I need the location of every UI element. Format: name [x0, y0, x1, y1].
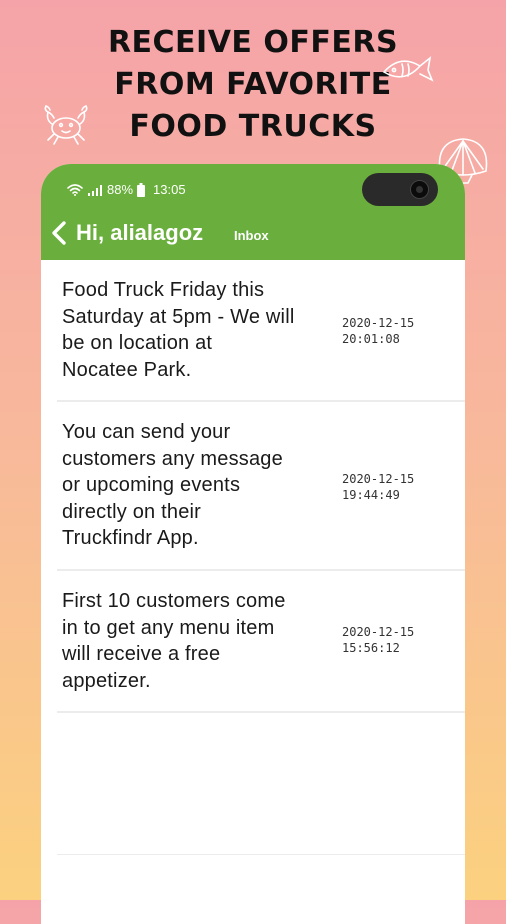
message-item[interactable]: You can send your customers any message … [57, 402, 465, 571]
message-line: be on location at [62, 332, 213, 354]
message-item[interactable]: Food Truck Friday this Saturday at 5pm -… [57, 260, 465, 402]
crab-doodle-icon [44, 105, 88, 145]
greeting-title: Hi, alialagoz [76, 220, 204, 245]
message-line: appetizer. [62, 669, 151, 692]
front-camera [362, 173, 438, 206]
message-line: Saturday at 5pm - We will [62, 305, 295, 328]
message-list: Food Truck Friday this Saturday at 5pm -… [41, 260, 465, 855]
phone-screen: 88% 13:05 Hi, alialagoz Inbox Food Truck… [41, 164, 465, 924]
message-line: Truckfindr App. [62, 527, 199, 549]
signal-icon [88, 184, 102, 196]
battery-percent: 88% [107, 182, 134, 197]
app-header: 88% 13:05 Hi, alialagoz Inbox [41, 164, 465, 260]
camera-lens-icon [410, 180, 429, 199]
wifi-icon [67, 183, 83, 196]
message-timestamp: 2020-12-15 20:01:08 [342, 315, 414, 347]
message-line: First 10 customers come [62, 590, 286, 612]
empty-list-row [57, 713, 465, 855]
message-item[interactable]: First 10 customers come in to get any me… [57, 571, 465, 713]
message-date: 2020-12-15 [342, 625, 415, 639]
message-date: 2020-12-15 [342, 472, 415, 486]
message-timestamp: 2020-12-15 15:56:12 [342, 624, 414, 656]
status-bar: 88% 13:05 [67, 182, 186, 197]
message-text: Food Truck Friday this Saturday at 5pm -… [62, 277, 332, 383]
fish-doodle-icon [382, 56, 434, 82]
message-text: You can send your customers any message … [62, 419, 332, 552]
chevron-left-icon [52, 221, 66, 245]
message-line: in to get any menu item [62, 616, 275, 639]
back-button[interactable] [49, 218, 69, 248]
battery-icon [137, 182, 146, 197]
status-time: 13:05 [153, 182, 186, 197]
tab-inbox[interactable]: Inbox [234, 228, 269, 243]
message-line: will receive a free [62, 643, 221, 665]
message-time: 19:44:49 [342, 488, 400, 502]
message-date: 2020-12-15 [342, 316, 415, 330]
message-timestamp: 2020-12-15 19:44:49 [342, 471, 414, 503]
message-line: Nocatee Park. [62, 358, 192, 381]
message-line: or upcoming events [62, 474, 241, 496]
message-text: First 10 customers come in to get any me… [62, 588, 332, 694]
message-line: You can send your [62, 421, 231, 443]
message-line: Food Truck Friday this [62, 279, 265, 301]
message-line: directly on their [62, 500, 202, 523]
message-line: customers any message [62, 447, 283, 470]
message-time: 20:01:08 [342, 332, 400, 346]
message-time: 15:56:12 [342, 641, 400, 655]
